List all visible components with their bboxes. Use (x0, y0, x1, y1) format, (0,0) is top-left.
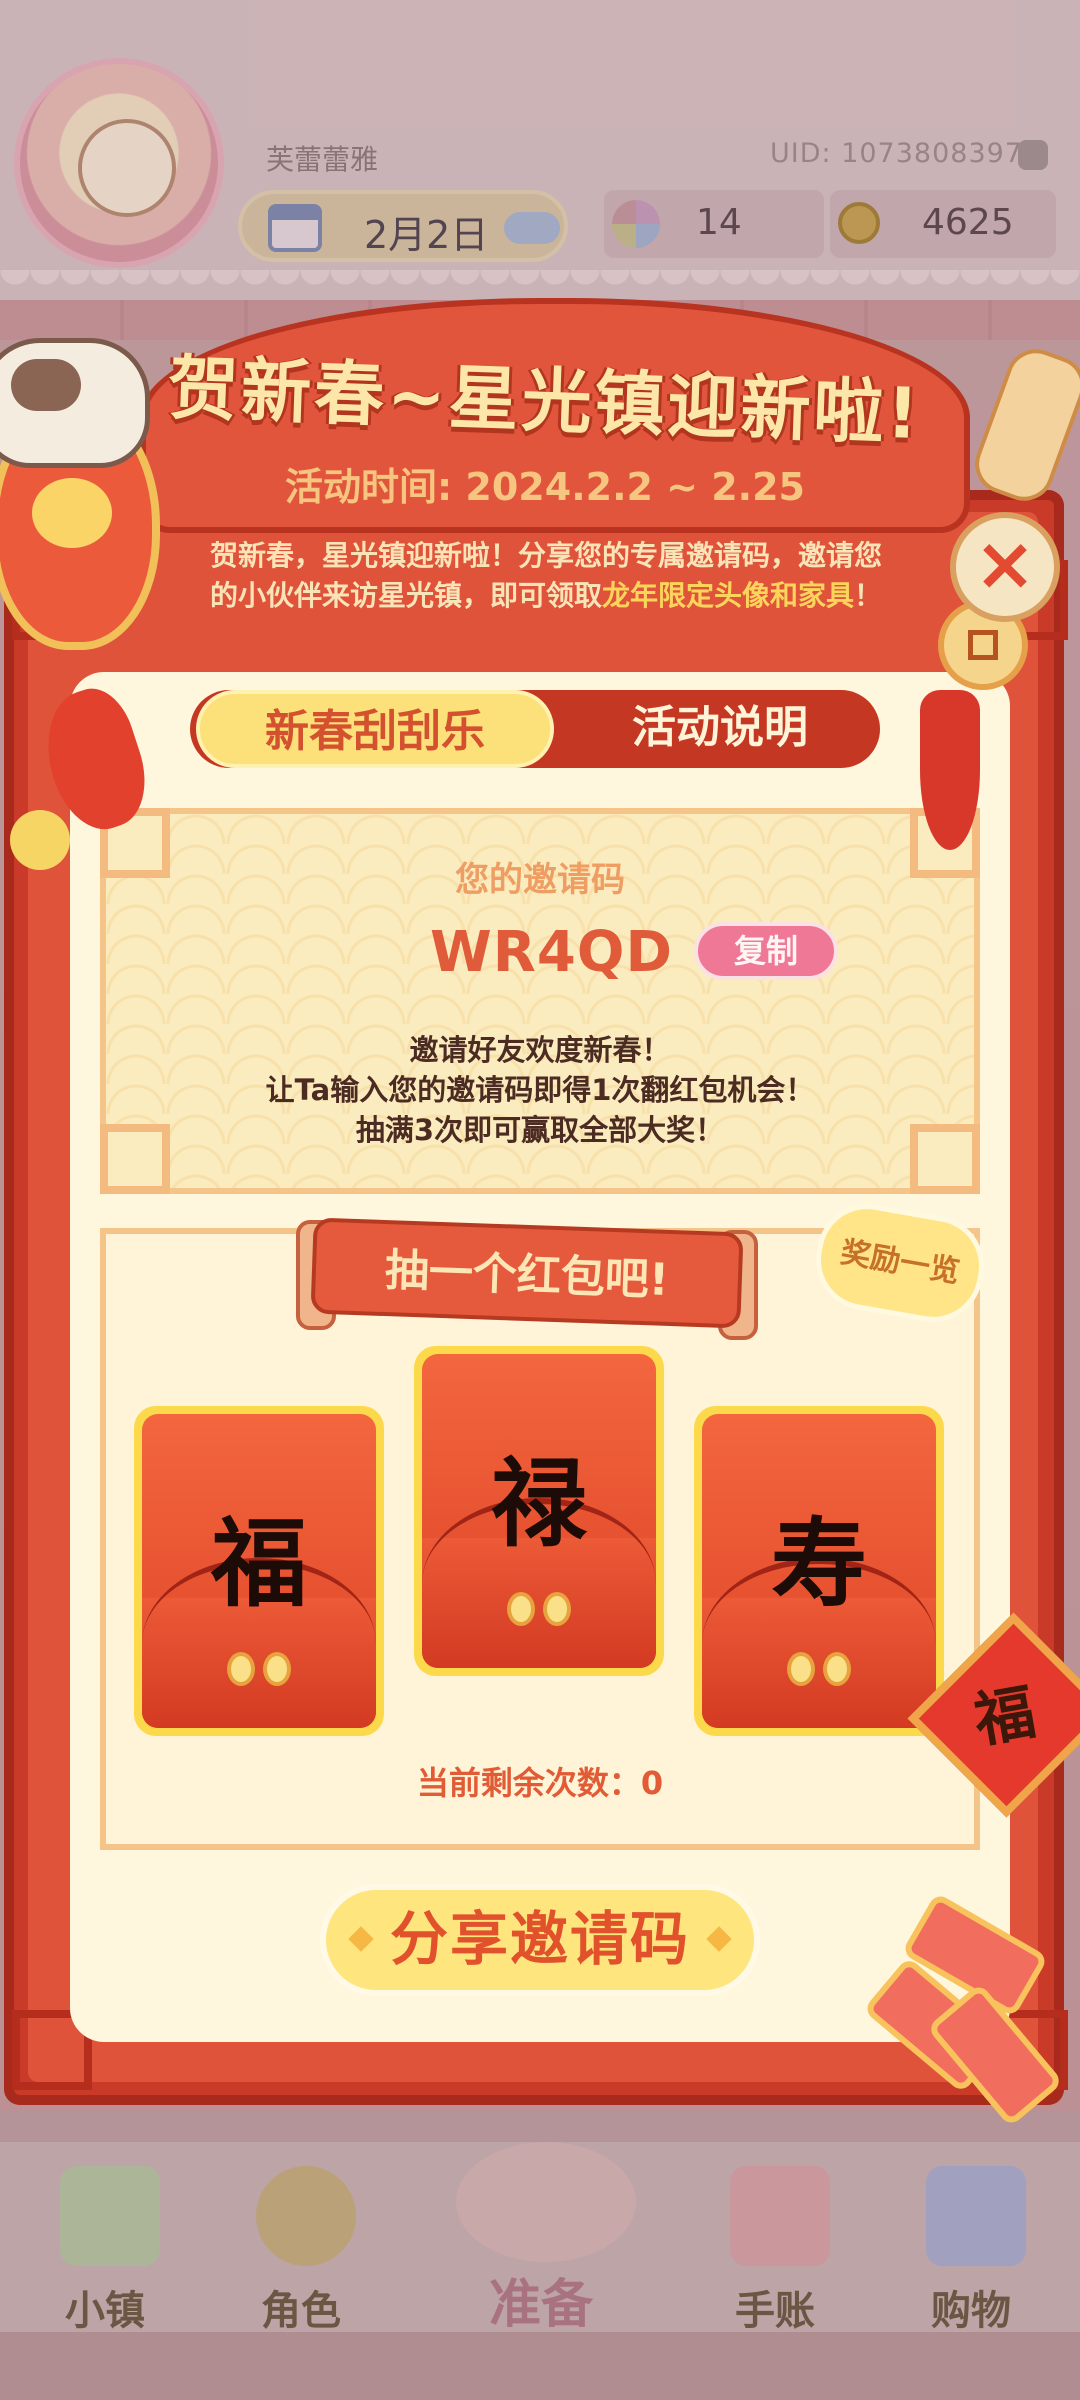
red-envelope-lu[interactable]: 禄 (414, 1346, 664, 1676)
close-button[interactable]: × (950, 512, 1060, 622)
diamond-icon (706, 1926, 732, 1952)
envelope-body: 寿 (702, 1414, 936, 1728)
event-intro: 贺新春，星光镇迎新啦！分享您的专属邀请码，邀请您的小伙伴来访星光镇，即可领取龙年… (210, 536, 890, 616)
share-invite-button[interactable]: 分享邀请码 (320, 1884, 760, 1996)
envelope-glyph: 禄 (491, 1447, 587, 1560)
red-envelope-shou[interactable]: 寿 (694, 1406, 944, 1736)
diamond-icon (348, 1926, 374, 1952)
red-envelope-fu[interactable]: 福 (134, 1406, 384, 1736)
flower-decoration (10, 810, 70, 870)
invite-description: 邀请好友欢度新春！ 让Ta输入您的邀请码即得1次翻红包机会！ 抽满3次即可赢取全… (100, 1030, 980, 1150)
bow-icon (227, 1648, 291, 1692)
tassel-decoration (920, 690, 980, 850)
invite-desc-line: 邀请好友欢度新春！ (409, 1033, 671, 1067)
envelope-body: 禄 (422, 1354, 656, 1668)
paw-icon (32, 478, 112, 548)
invite-code: WR4QD (430, 920, 673, 985)
tab-rules[interactable]: 活动说明 (560, 690, 880, 768)
share-label: 分享邀请码 (389, 1905, 690, 1973)
event-time: 活动时间: 2024.2.2 ~ 2.25 (285, 465, 805, 509)
intro-highlight: 龙年限定头像和家具 (602, 579, 855, 612)
dog-mascot (0, 338, 150, 468)
envelope-glyph: 福 (211, 1507, 307, 1620)
invite-code-label: 您的邀请码 (455, 860, 625, 900)
envelope-glyph: 寿 (771, 1507, 867, 1620)
intro-text-end: ！ (854, 579, 883, 612)
envelope-body: 福 (142, 1414, 376, 1728)
bow-icon (507, 1588, 571, 1632)
tab-scratch[interactable]: 新春刮刮乐 (196, 690, 554, 768)
bow-icon (787, 1648, 851, 1692)
remaining-count: 当前剩余次数：0 (416, 1764, 664, 1802)
invite-desc-line: 抽满3次即可赢取全部大奖！ (355, 1113, 725, 1147)
copy-button[interactable]: 复制 (694, 922, 838, 980)
tab-bar: 新春刮刮乐 活动说明 (190, 690, 880, 768)
draw-banner: 抽一个红包吧! (310, 1217, 744, 1329)
invite-desc-line: 让Ta输入您的邀请码即得1次翻红包机会！ (265, 1073, 815, 1107)
